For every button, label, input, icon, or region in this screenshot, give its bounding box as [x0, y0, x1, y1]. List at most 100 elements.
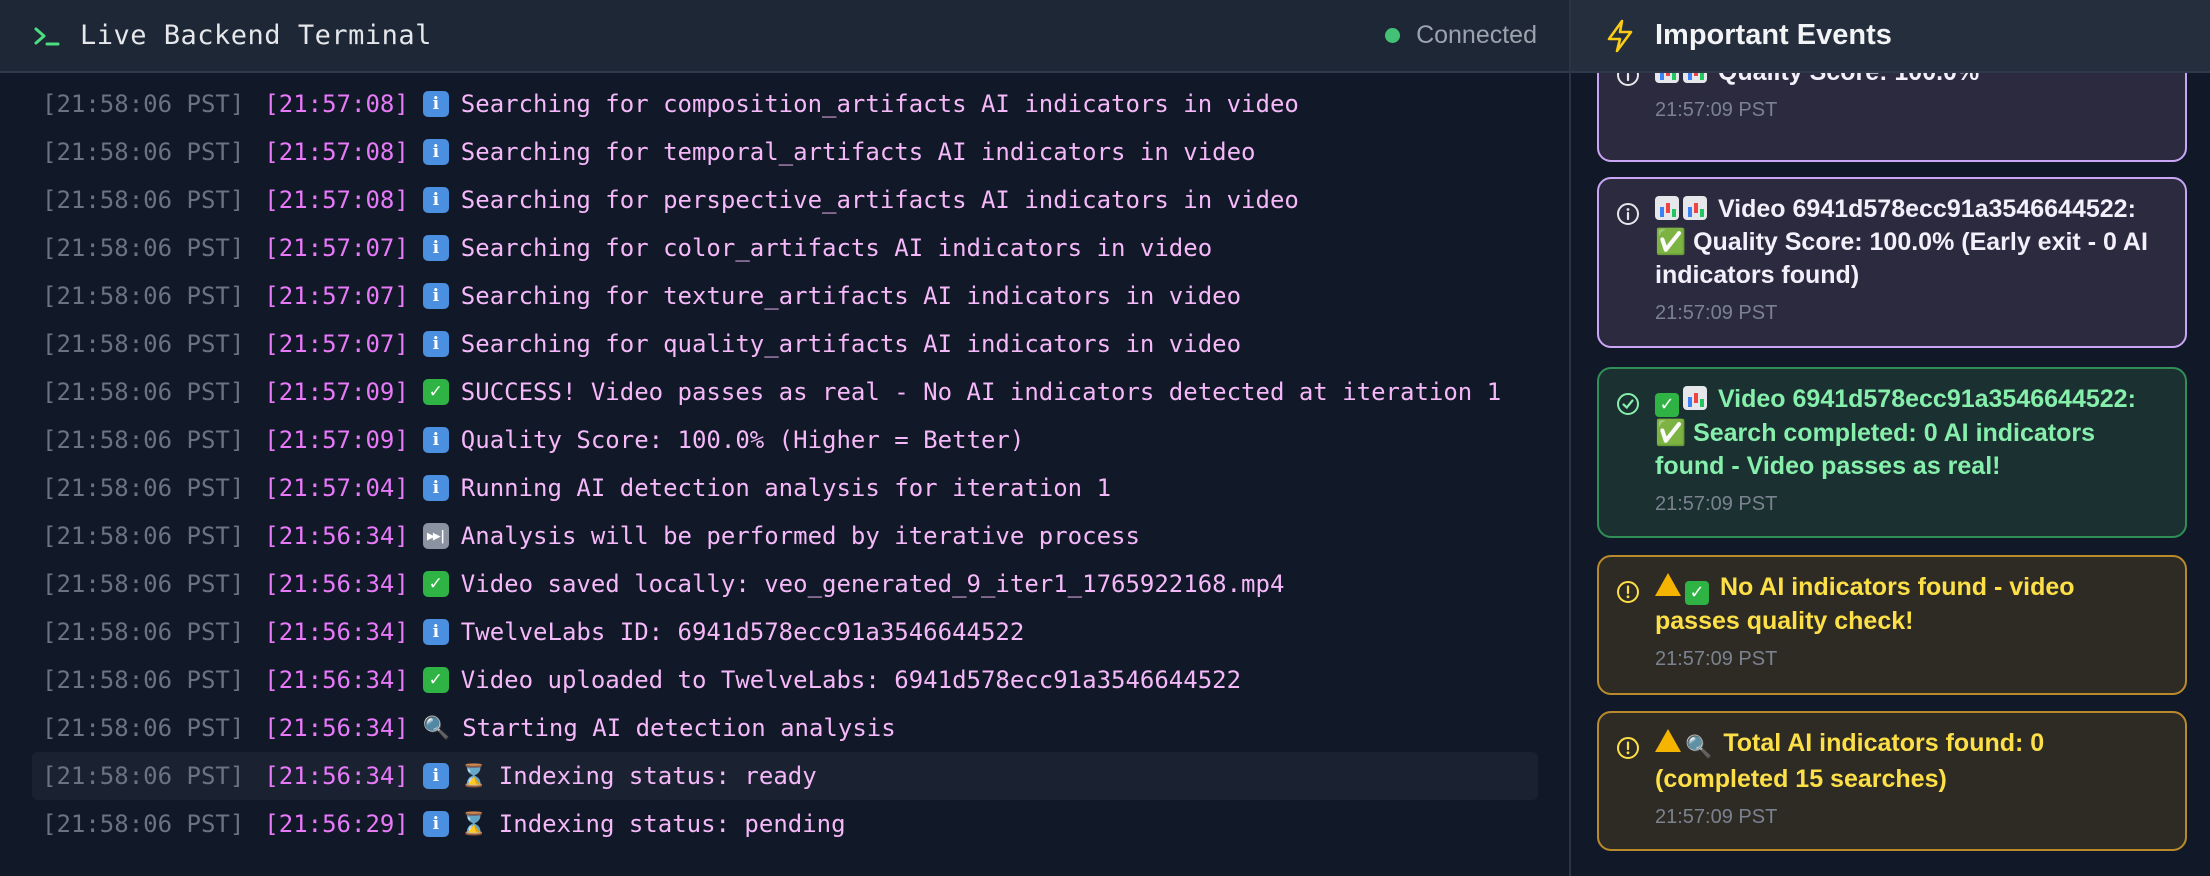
log-line[interactable]: [21:58:06 PST] [21:57:09] ✓ SUCCESS! Video … [32, 368, 1538, 416]
log-message: Searching for texture_artifacts AI indic… [460, 282, 1242, 310]
event-message-text: Total AI indicators found: 0 (completed … [1655, 729, 2045, 793]
event-message: ✓ No AI indicators found - video passes … [1655, 571, 2165, 638]
info-icon: i [422, 763, 449, 789]
log-received-time: [21:58:06 PST] [42, 234, 245, 262]
check-icon: ✓ [1655, 393, 1679, 417]
bar-chart-icon [1683, 386, 1707, 410]
log-line[interactable]: [21:58:06 PST] [21:57:07] i Searching for q… [32, 320, 1538, 368]
check-icon: ✓ [422, 379, 449, 405]
alert-circle-icon [1617, 581, 1639, 603]
event-timestamp: 21:57:09 PST [1655, 99, 1778, 121]
bar-chart-icon [1655, 196, 1679, 220]
info-icon: i [422, 475, 449, 501]
status-dot-icon [1385, 28, 1401, 43]
info-icon: i [422, 811, 449, 837]
log-received-time: [21:58:06 PST] [42, 378, 245, 406]
log-line[interactable]: [21:58:06 PST] [21:57:04] i Running AI dete… [32, 464, 1538, 512]
log-message: Searching for quality_artifacts AI indic… [460, 330, 1242, 358]
log-event-time: [21:57:09] [264, 378, 409, 406]
info-icon: i [422, 139, 449, 165]
event-timestamp: 21:57:09 PST [1655, 648, 1778, 670]
terminal-header: Live Backend Terminal Connected [0, 0, 1569, 73]
log-line[interactable]: [21:58:06 PST] [21:57:08] i Searching for p… [32, 176, 1538, 224]
log-received-time: [21:58:06 PST] [42, 810, 245, 838]
log-message: Video saved locally: veo_generated_9_ite… [460, 570, 1285, 598]
log-received-time: [21:58:06 PST] [42, 570, 245, 598]
event-message: 🔍 Total AI indicators found: 0 (complete… [1655, 727, 2165, 796]
log-event-time: [21:57:07] [264, 330, 409, 358]
log-event-time: [21:57:08] [264, 90, 409, 118]
check-icon: ✓ [422, 667, 449, 693]
log-event-time: [21:56:34] [264, 762, 409, 790]
log-message: Analysis will be performed by iterative … [460, 522, 1140, 550]
log-event-time: [21:56:34] [264, 666, 409, 694]
log-line[interactable]: [21:58:06 PST] [21:56:34] 🔍 Starting AI det… [32, 704, 1538, 752]
events-header: Important Events [1571, 0, 2210, 73]
event-message-text: Video 6941d578ecc91a3546644522: ✅ Search… [1655, 385, 2136, 480]
log-message: TwelveLabs ID: 6941d578ecc91a3546644522 [460, 618, 1025, 646]
log-message: Starting AI detection analysis [462, 714, 896, 742]
hourglass-icon: ⌛ [460, 763, 488, 789]
log-received-time: [21:58:06 PST] [42, 666, 245, 694]
events-panel: Important Events Quality Score: 100.0%21… [1571, 0, 2210, 876]
event-message: ✓ Video 6941d578ecc91a3546644522: ✅ Sear… [1655, 383, 2165, 483]
magnifier-icon: 🔍 [422, 715, 451, 741]
terminal-panel: Live Backend Terminal Connected [21:58:0… [0, 0, 1571, 876]
event-card-warning[interactable]: 🔍 Total AI indicators found: 0 (complete… [1597, 711, 2187, 851]
log-line[interactable]: [21:58:06 PST] [21:56:34] ▶▶| Analysis will… [32, 512, 1538, 560]
bar-chart-icon [1683, 196, 1707, 220]
event-message-text: Video 6941d578ecc91a3546644522: ✅ Qualit… [1655, 195, 2148, 289]
log-message: Quality Score: 100.0% (Higher = Better) [460, 426, 1025, 454]
log-list[interactable]: [21:58:06 PST] [21:57:08] i Searching for c… [32, 80, 1538, 848]
log-line[interactable]: [21:58:06 PST] [21:56:34] ✓ Video saved loc… [32, 560, 1538, 608]
log-message: Searching for temporal_artifacts AI indi… [460, 138, 1256, 166]
event-card-warning[interactable]: ✓ No AI indicators found - video passes … [1597, 555, 2187, 695]
log-received-time: [21:58:06 PST] [42, 186, 245, 214]
fast-forward-icon: ▶▶| [422, 523, 449, 549]
log-received-time: [21:58:06 PST] [42, 282, 245, 310]
log-line[interactable]: [21:58:06 PST] [21:57:07] i Searching for c… [32, 224, 1538, 272]
warning-icon [1655, 573, 1681, 596]
log-event-time: [21:57:08] [264, 186, 409, 214]
check-icon: ✓ [1685, 581, 1709, 605]
info-icon: i [422, 283, 449, 309]
log-line[interactable]: [21:58:06 PST] [21:56:34] ✓ Video uploaded … [32, 656, 1538, 704]
log-line[interactable]: [21:58:06 PST] [21:56:29] i ⌛ Indexing statu… [32, 800, 1538, 848]
lightning-bolt-icon [1607, 19, 1633, 52]
log-message: Searching for color_artifacts AI indicat… [460, 234, 1213, 262]
log-received-time: [21:58:06 PST] [42, 762, 245, 790]
event-card-info[interactable]: Video 6941d578ecc91a3546644522: ✅ Qualit… [1597, 177, 2187, 348]
info-icon: i [422, 187, 449, 213]
log-message: SUCCESS! Video passes as real - No AI in… [460, 378, 1502, 406]
check-icon: ✓ [422, 571, 449, 597]
log-line[interactable]: [21:58:06 PST] [21:56:34] i ⌛ Indexing statu… [32, 752, 1538, 800]
log-message: Indexing status: pending [498, 810, 846, 838]
log-message: Running AI detection analysis for iterat… [460, 474, 1112, 502]
log-event-time: [21:57:08] [264, 138, 409, 166]
log-received-time: [21:58:06 PST] [42, 522, 245, 550]
log-line[interactable]: [21:58:06 PST] [21:57:08] i Searching for c… [32, 80, 1538, 128]
log-line[interactable]: [21:58:06 PST] [21:56:34] i TwelveLabs ID: … [32, 608, 1538, 656]
event-message: Video 6941d578ecc91a3546644522: ✅ Qualit… [1655, 193, 2165, 292]
log-received-time: [21:58:06 PST] [42, 426, 245, 454]
log-line[interactable]: [21:58:06 PST] [21:57:07] i Searching for t… [32, 272, 1538, 320]
log-event-time: [21:56:34] [264, 522, 409, 550]
info-icon: i [422, 619, 449, 645]
events-title: Important Events [1655, 19, 1892, 51]
event-timestamp: 21:57:09 PST [1655, 806, 1778, 828]
log-event-time: [21:56:29] [264, 810, 409, 838]
info-icon: i [422, 427, 449, 453]
info-icon: i [422, 91, 449, 117]
app-window: Live Backend Terminal Connected [21:58:0… [0, 0, 2210, 876]
log-line[interactable]: [21:58:06 PST] [21:57:08] i Searching for t… [32, 128, 1538, 176]
log-event-time: [21:56:34] [264, 570, 409, 598]
log-message: Searching for perspective_artifacts AI i… [460, 186, 1299, 214]
success-circle-icon [1617, 393, 1639, 415]
info-icon: i [422, 235, 449, 261]
log-received-time: [21:58:06 PST] [42, 90, 245, 118]
log-message: Video uploaded to TwelveLabs: 6941d578ec… [460, 666, 1242, 694]
log-line[interactable]: [21:58:06 PST] [21:57:09] i Quality Score: … [32, 416, 1538, 464]
hourglass-icon: ⌛ [460, 811, 488, 837]
event-card-success[interactable]: ✓ Video 6941d578ecc91a3546644522: ✅ Sear… [1597, 367, 2187, 538]
log-event-time: [21:56:34] [264, 618, 409, 646]
